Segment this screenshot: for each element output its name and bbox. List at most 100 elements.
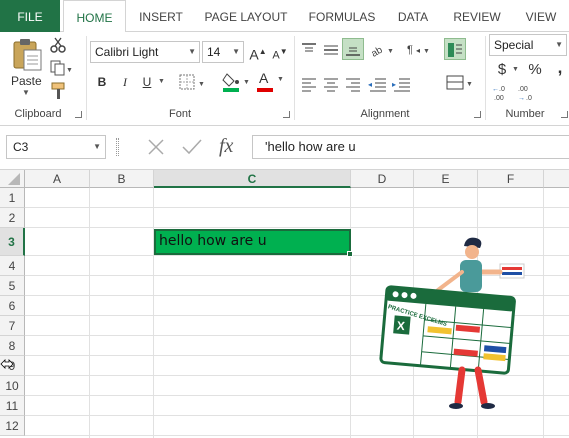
gridline — [543, 188, 544, 438]
gridline — [153, 188, 154, 438]
top-align-icon[interactable] — [300, 42, 318, 58]
column-header-a[interactable]: A — [25, 170, 90, 188]
align-center-icon[interactable] — [322, 76, 340, 92]
clipboard-group-label: Clipboard — [14, 108, 62, 120]
number-group-label: Number — [505, 108, 545, 120]
clipboard-launcher-icon[interactable] — [75, 111, 82, 118]
active-cell-c3[interactable]: hello how are u — [154, 229, 353, 257]
tab-formulas[interactable]: FORMULAS — [300, 0, 384, 32]
decrease-decimal-icon[interactable]: .00 → .0 — [518, 84, 540, 102]
currency-icon: $ — [497, 61, 507, 78]
merge-center-icon[interactable]: ▼ — [446, 74, 474, 92]
fill-color-icon[interactable]: ▼ — [222, 70, 252, 92]
formula-input[interactable]: 'hello how are u — [252, 135, 569, 159]
fill-handle[interactable] — [347, 251, 353, 257]
column-header-c[interactable]: C — [154, 170, 351, 188]
row-header-11[interactable]: 11 — [0, 396, 25, 416]
practice-illustration: X PRACTICE EXCELMS — [379, 237, 525, 409]
bold-button[interactable]: B — [92, 72, 112, 92]
font-name-dropdown[interactable]: Calibri Light ▼ — [90, 41, 200, 63]
row-header-2[interactable]: 2 — [0, 208, 25, 228]
increase-indent-icon[interactable]: ▸ — [392, 76, 412, 92]
bottom-align-button[interactable] — [342, 38, 364, 60]
percent-button[interactable]: % — [525, 60, 545, 80]
column-header-f[interactable]: F — [478, 170, 544, 188]
row-header-12[interactable]: 12 — [0, 416, 25, 436]
chevron-down-icon[interactable]: ▼ — [512, 66, 519, 73]
align-left-icon[interactable] — [300, 76, 318, 92]
grow-font-icon: A — [249, 46, 259, 63]
gridline — [25, 207, 569, 208]
svg-text:.0: .0 — [499, 86, 505, 93]
name-box-value: C3 — [13, 140, 29, 154]
format-painter-icon[interactable] — [50, 82, 68, 100]
svg-text:ab: ab — [370, 44, 385, 59]
gridline — [25, 415, 569, 416]
increase-decimal-icon[interactable]: ← .0 .00 — [492, 84, 514, 102]
column-header-d[interactable]: D — [351, 170, 414, 188]
font-launcher-icon[interactable] — [283, 111, 290, 118]
column-header-g[interactable] — [544, 170, 569, 188]
tab-view[interactable]: VIEW — [516, 0, 566, 32]
number-format-value: Special — [494, 38, 534, 52]
align-right-icon[interactable] — [344, 76, 362, 92]
svg-text:▸: ▸ — [392, 80, 396, 89]
worksheet-grid[interactable]: A B C D E F 1 2 3 4 5 6 7 8 9 10 11 12 h… — [0, 170, 569, 438]
underline-button[interactable]: U — [137, 72, 157, 92]
select-all-button[interactable] — [0, 170, 25, 188]
wrap-text-button[interactable] — [444, 38, 466, 60]
cut-icon[interactable] — [50, 37, 66, 53]
orientation-icon[interactable]: ab ▼ — [370, 41, 396, 59]
borders-icon[interactable]: ▼ — [178, 73, 206, 91]
column-header-b[interactable]: B — [90, 170, 154, 188]
middle-align-icon[interactable] — [322, 42, 340, 58]
column-header-e[interactable]: E — [414, 170, 478, 188]
tab-review[interactable]: REVIEW — [444, 0, 510, 32]
alignment-group-label: Alignment — [360, 108, 410, 120]
drag-handle-icon[interactable] — [116, 138, 119, 156]
number-format-dropdown[interactable]: Special ▼ — [489, 34, 567, 56]
enter-icon[interactable] — [181, 137, 203, 157]
font-group-label: Font — [168, 108, 191, 120]
row-header-6[interactable]: 6 — [0, 296, 25, 316]
chevron-down-icon: ▼ — [277, 76, 284, 83]
gridline — [25, 227, 569, 228]
tab-file[interactable]: FILE — [0, 0, 60, 32]
svg-text:▼: ▼ — [243, 79, 250, 86]
row-header-4[interactable]: 4 — [0, 256, 25, 276]
wrap-text-icon — [448, 43, 462, 57]
number-launcher-icon[interactable] — [561, 111, 568, 118]
row-header-3[interactable]: 3 — [0, 228, 25, 256]
insert-function-icon[interactable]: fx — [219, 135, 233, 158]
row-header-7[interactable]: 7 — [0, 316, 25, 336]
tab-insert[interactable]: INSERT — [130, 0, 192, 32]
bottom-align-icon — [346, 47, 360, 56]
tab-page-layout[interactable]: PAGE LAYOUT — [196, 0, 296, 32]
tab-data[interactable]: DATA — [388, 0, 438, 32]
decrease-indent-icon[interactable]: ◂ — [368, 76, 388, 92]
comma-button[interactable]: , — [550, 58, 569, 78]
font-color-swatch — [257, 88, 273, 92]
row-header-10[interactable]: 10 — [0, 376, 25, 396]
font-size-dropdown[interactable]: 14 ▼ — [202, 41, 244, 63]
select-all-icon — [8, 173, 20, 185]
shrink-font-icon: A — [272, 49, 280, 62]
decrease-font-size-button[interactable]: A▼ — [270, 42, 290, 62]
svg-text:.00: .00 — [494, 95, 504, 102]
font-color-button[interactable]: A ▼ — [256, 70, 286, 92]
increase-font-size-button[interactable]: A▲ — [248, 42, 268, 63]
svg-text:X: X — [396, 319, 405, 334]
name-box[interactable]: C3 ▼ — [6, 135, 106, 159]
currency-button[interactable]: $ — [492, 60, 512, 80]
row-header-1[interactable]: 1 — [0, 188, 25, 208]
text-direction-icon[interactable]: ¶ ◂ ▼ — [406, 41, 432, 59]
chevron-down-icon[interactable]: ▼ — [158, 78, 165, 85]
copy-icon[interactable]: ▼ — [50, 60, 72, 76]
italic-button[interactable]: I — [115, 72, 135, 92]
row-header-8[interactable]: 8 — [0, 336, 25, 356]
alignment-launcher-icon[interactable] — [474, 111, 481, 118]
row-header-5[interactable]: 5 — [0, 276, 25, 296]
cancel-icon[interactable] — [146, 137, 166, 157]
tab-home[interactable]: HOME — [63, 0, 126, 33]
paste-button[interactable]: Paste ▼ — [8, 36, 46, 98]
